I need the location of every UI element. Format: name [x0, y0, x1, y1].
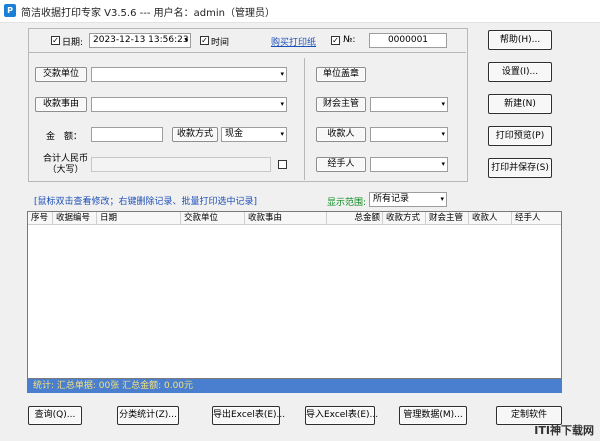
total-rmb-checkbox[interactable]	[278, 160, 287, 169]
seal-button[interactable]: 单位盖章	[316, 67, 366, 82]
total-rmb-label-line2: （大写）	[47, 165, 84, 175]
col-header-receiver[interactable]: 收款人	[469, 212, 512, 224]
col-header-payer-unit[interactable]: 交款单位	[181, 212, 245, 224]
settings-button[interactable]: 设置(I)...	[488, 62, 552, 82]
list-hint: [鼠标双击查看修改；右键删除记录、批量打印选中记录]	[34, 197, 258, 207]
total-rmb-field	[91, 157, 271, 172]
form-vertical-divider	[304, 58, 305, 180]
receiver-button[interactable]: 收款人	[316, 127, 366, 142]
col-header-reason[interactable]: 收款事由	[245, 212, 327, 224]
amount-field[interactable]	[91, 127, 163, 142]
status-bar: 统计: 汇总单据: 00张 汇总金额: 0.00元	[27, 379, 562, 393]
payment-method-combo[interactable]: 现金 ▾	[221, 127, 287, 142]
help-button[interactable]: 帮助(H)...	[488, 30, 552, 50]
receiver-combo[interactable]: ▾	[370, 127, 448, 142]
export-excel-button[interactable]: 导出Excel表(E)...	[212, 406, 285, 425]
chevron-down-icon: ▾	[440, 195, 444, 203]
reason-button[interactable]: 收款事由	[35, 97, 87, 112]
chevron-down-icon: ▾	[441, 130, 445, 138]
number-checkbox[interactable]: ✓	[331, 36, 340, 45]
print-preview-button[interactable]: 打印预览(P)	[488, 126, 552, 146]
receipt-number-field[interactable]: 0000001	[369, 33, 447, 48]
chevron-down-icon: ▾	[441, 100, 445, 108]
new-button[interactable]: 新建(N)	[488, 94, 552, 114]
print-save-button[interactable]: 打印并保存(S)	[488, 158, 552, 178]
buy-paper-link[interactable]: 购买打印纸	[271, 35, 316, 48]
accountant-combo[interactable]: ▾	[370, 97, 448, 112]
total-rmb-label: 合计人民币 （大写）	[43, 154, 88, 176]
range-value: 所有记录	[373, 194, 410, 204]
date-checkbox[interactable]: ✓	[51, 36, 60, 45]
chevron-down-icon: ▾	[441, 160, 445, 168]
col-header-payment-method[interactable]: 收款方式	[383, 212, 426, 224]
reason-combo[interactable]: ▾	[91, 97, 287, 112]
app-icon: P	[4, 4, 16, 17]
range-label: 显示范围:	[327, 198, 367, 208]
payer-unit-button[interactable]: 交款单位	[35, 67, 87, 82]
form-horizontal-divider	[28, 52, 466, 53]
payment-method-button[interactable]: 收款方式	[172, 127, 218, 142]
status-text: 统计: 汇总单据: 00张 汇总金额: 0.00元	[33, 381, 194, 391]
total-rmb-label-line1: 合计人民币	[43, 154, 89, 164]
time-checkbox[interactable]: ✓	[200, 36, 209, 45]
chevron-down-icon: ▾	[280, 130, 284, 138]
col-header-total-amount[interactable]: 总金额	[327, 212, 383, 224]
number-label: №:	[343, 35, 356, 45]
accountant-button[interactable]: 财会主管	[316, 97, 366, 112]
chevron-down-icon: ▾	[280, 70, 284, 78]
receipt-number-value: 0000001	[387, 35, 429, 45]
category-stats-button[interactable]: 分类统计(Z)...	[117, 406, 179, 425]
import-excel-button[interactable]: 导入Excel表(E)...	[305, 406, 378, 425]
site-watermark: ITI神下载网	[534, 424, 594, 437]
col-header-receipt-no[interactable]: 收据编号	[53, 212, 97, 224]
table-header: 序号 收据编号 日期 交款单位 收款事由 总金额 收款方式 财会主管 收款人 经…	[28, 212, 561, 225]
chevron-down-icon: ▾	[184, 36, 188, 44]
col-header-date[interactable]: 日期	[97, 212, 181, 224]
window-title: 简洁收据打印专家 V3.5.6 --- 用户名：admin（管理员）	[21, 8, 275, 19]
col-header-accountant[interactable]: 财会主管	[426, 212, 469, 224]
handler-combo[interactable]: ▾	[370, 157, 448, 172]
manage-data-button[interactable]: 管理数据(M)...	[399, 406, 467, 425]
chevron-down-icon: ▾	[280, 100, 284, 108]
records-table[interactable]: 序号 收据编号 日期 交款单位 收款事由 总金额 收款方式 财会主管 收款人 经…	[27, 211, 562, 379]
amount-label: 金 额：	[46, 132, 83, 142]
range-combo[interactable]: 所有记录 ▾	[369, 192, 447, 207]
payment-method-value: 现金	[225, 129, 244, 139]
payer-unit-combo[interactable]: ▾	[91, 67, 287, 82]
col-header-index[interactable]: 序号	[28, 212, 53, 224]
col-header-handler[interactable]: 经手人	[512, 212, 561, 224]
query-button[interactable]: 查询(Q)...	[28, 406, 82, 425]
handler-button[interactable]: 经手人	[316, 157, 366, 172]
date-value: 2023-12-13 13:56:23	[93, 35, 189, 45]
date-picker[interactable]: 2023-12-13 13:56:23 ▾	[89, 33, 191, 48]
date-label: 日期:	[62, 38, 84, 48]
time-label: 时间	[211, 38, 230, 48]
